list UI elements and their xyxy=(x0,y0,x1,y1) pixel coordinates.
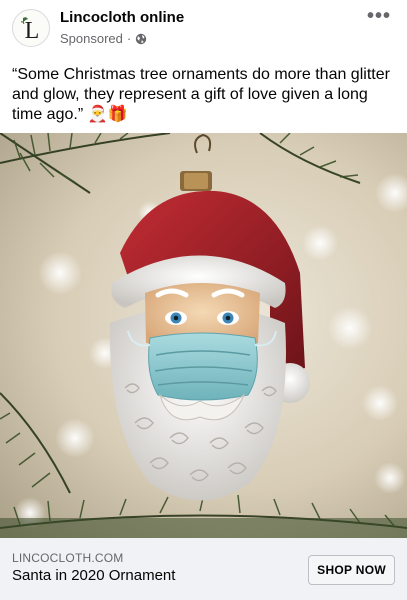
sponsored-separator: · xyxy=(126,31,132,46)
ad-image[interactable] xyxy=(0,133,407,538)
page-avatar[interactable]: L xyxy=(12,9,50,47)
sponsored-row: Sponsored · xyxy=(60,31,147,46)
santa-ornament-image xyxy=(0,133,407,538)
page-name[interactable]: Lincocloth online xyxy=(60,9,184,26)
link-card[interactable]: LINCOCLOTH.COM Santa in 2020 Ornament SH… xyxy=(0,538,407,600)
page-logo-icon: L xyxy=(20,17,40,44)
globe-icon xyxy=(136,33,147,44)
shop-now-button[interactable]: SHOP NOW xyxy=(308,555,395,585)
post-header: L Lincocloth online Sponsored · ••• xyxy=(0,0,407,56)
link-headline[interactable]: Santa in 2020 Ornament xyxy=(12,567,175,584)
sponsored-label[interactable]: Sponsored xyxy=(60,31,123,46)
avatar-letter: L xyxy=(25,18,40,44)
more-options-icon[interactable]: ••• xyxy=(367,5,391,28)
link-domain: LINCOCLOTH.COM xyxy=(12,551,124,565)
post-text: “Some Christmas tree ornaments do more t… xyxy=(12,66,390,123)
